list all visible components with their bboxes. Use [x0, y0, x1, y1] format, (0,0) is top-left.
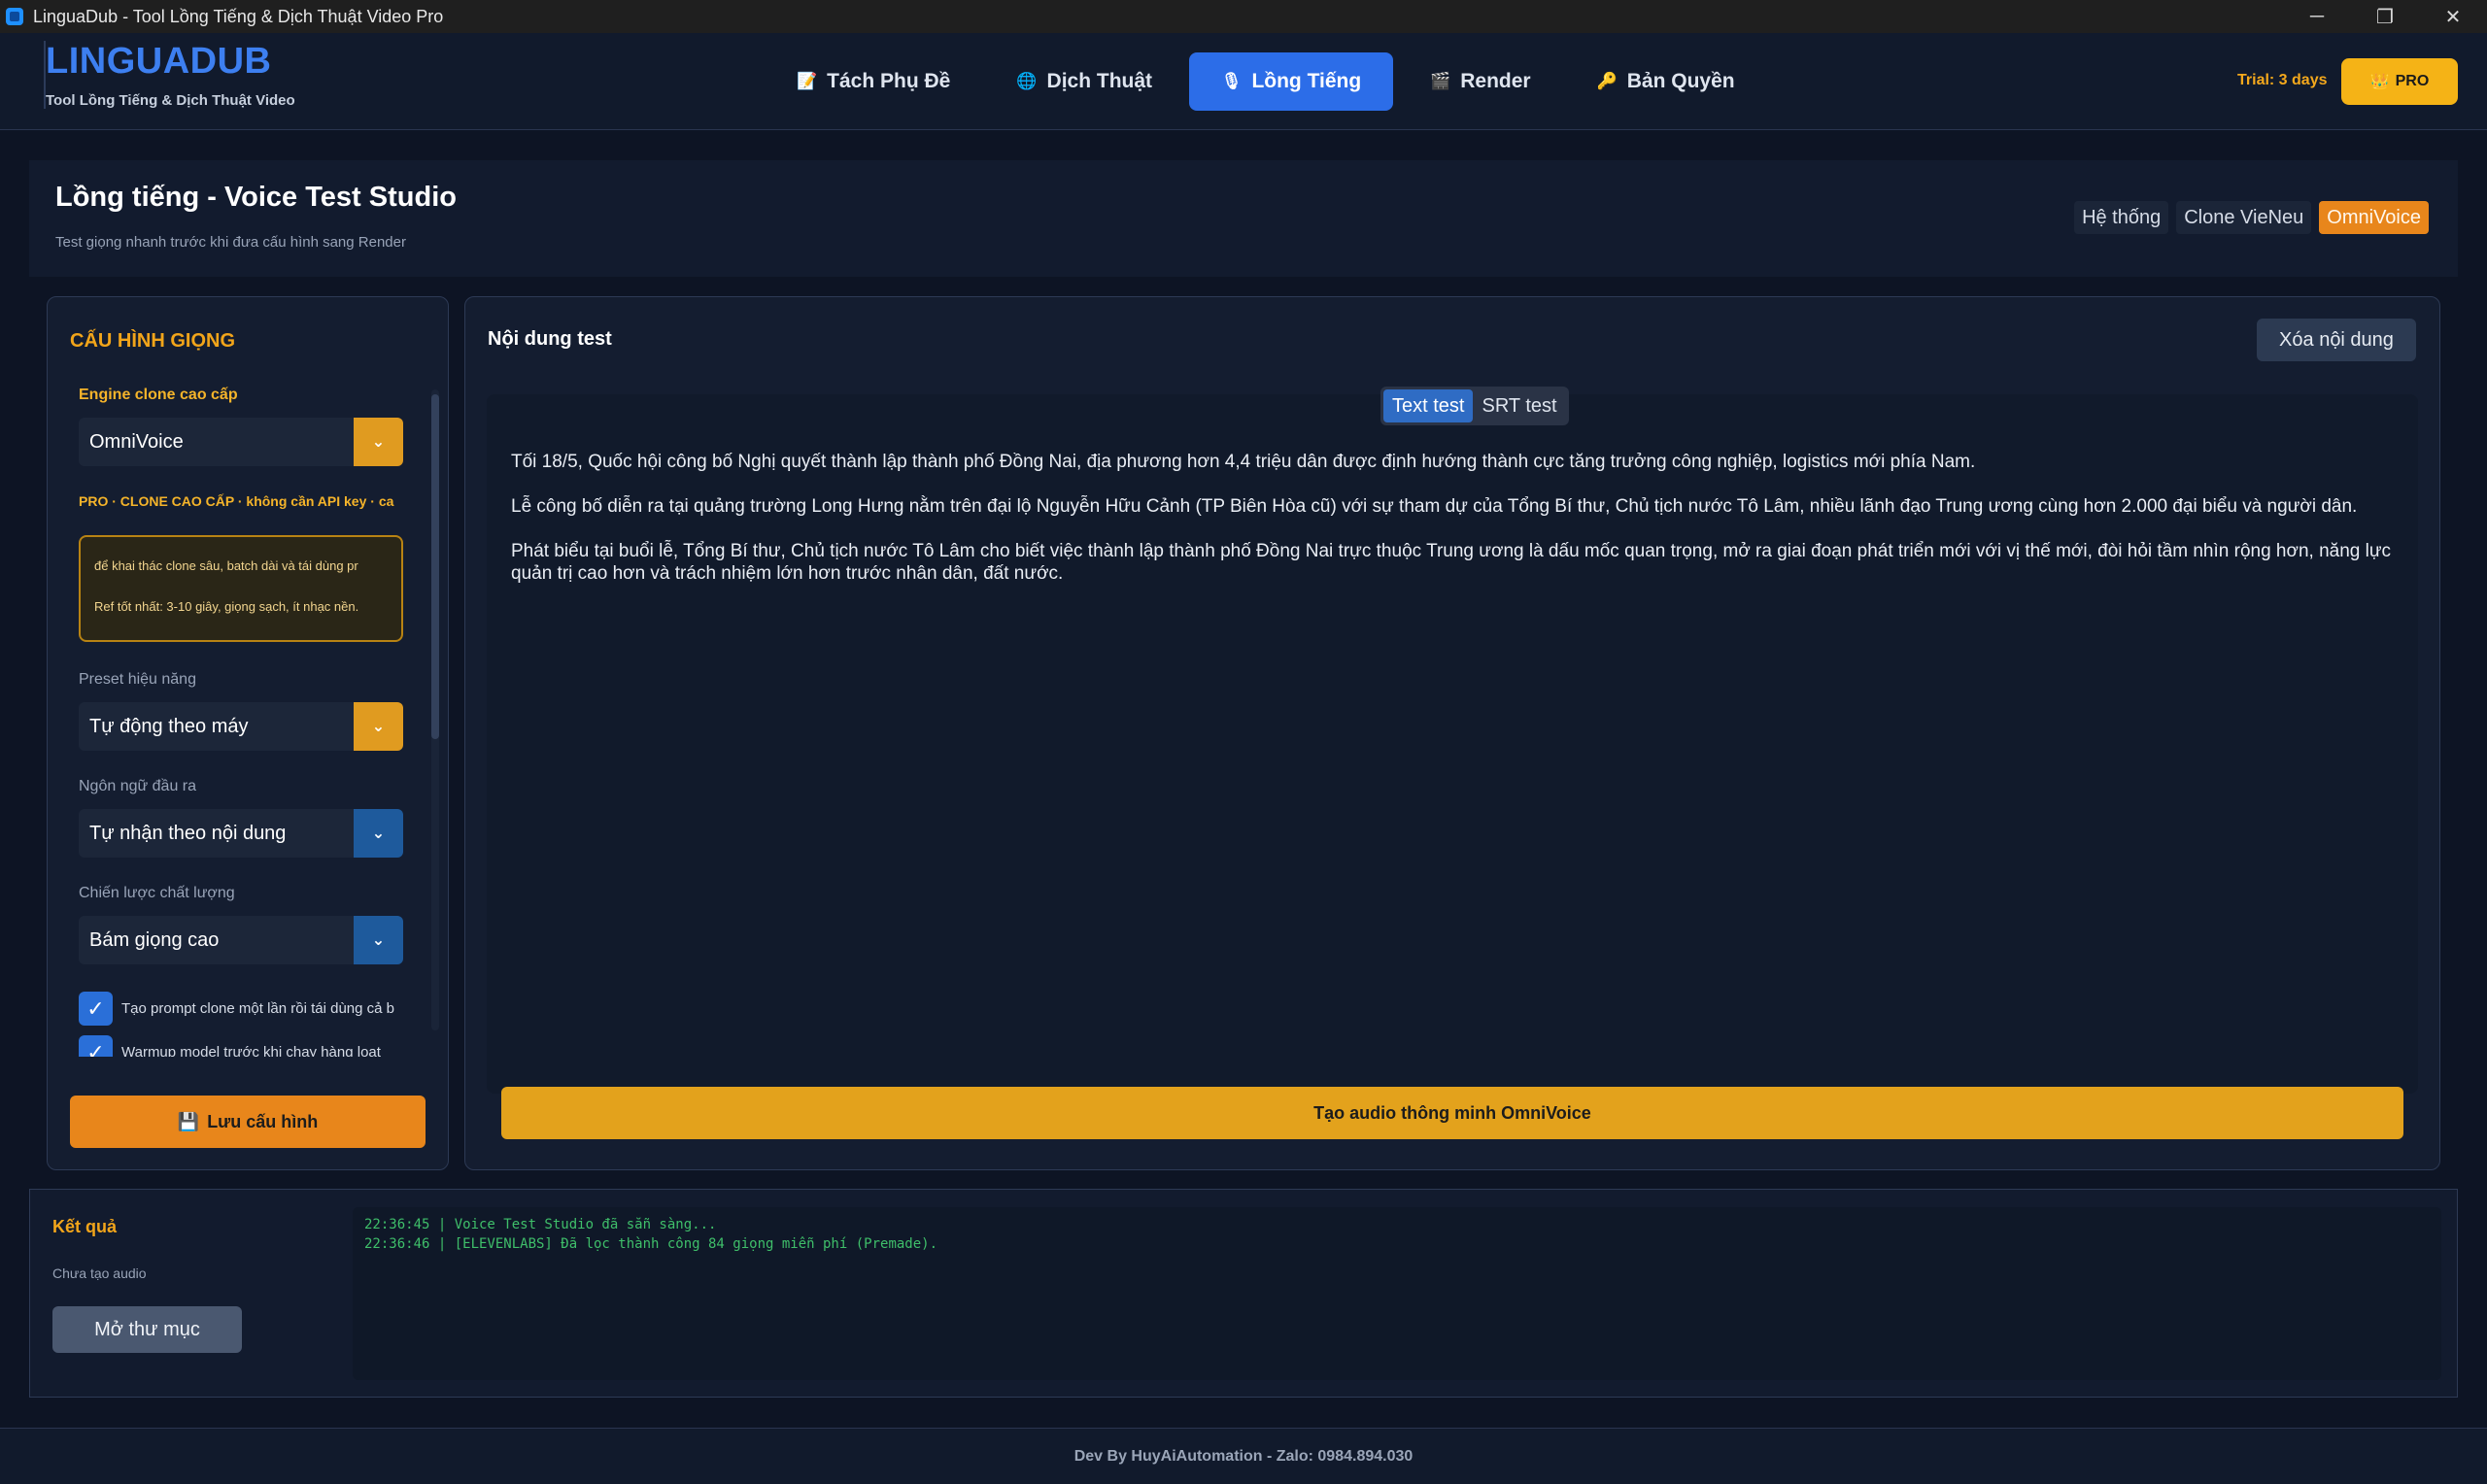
pro-button[interactable]: 👑 PRO: [2341, 58, 2458, 105]
quality-select[interactable]: Bám giọng cao ⌄: [79, 916, 403, 964]
key-icon: 🔑: [1596, 72, 1618, 90]
subtitle-icon: 📝: [797, 72, 818, 90]
window-controls: ─ ❐ ✕: [2283, 0, 2487, 33]
minimize-icon[interactable]: ─: [2283, 0, 2351, 33]
trial-badge: Trial: 3 days: [2237, 72, 2328, 88]
info-line: Ref tốt nhất: 3-10 giây, giọng sạch, ít …: [94, 599, 359, 614]
main-nav: 📝 Tách Phụ Đề 🌐 Dịch Thuật 🎙 Lồng Tiếng …: [767, 52, 1764, 111]
app-icon: [6, 8, 23, 25]
tab-srt-test[interactable]: SRT test: [1473, 389, 1565, 422]
footer-credit: Dev By HuyAiAutomation - Zalo: 0984.894.…: [0, 1428, 2487, 1484]
brand-name: LINGUADUB: [46, 41, 272, 82]
preset-select[interactable]: Tự động theo máy ⌄: [79, 702, 403, 751]
voice-config-panel: CẤU HÌNH GIỌNG Engine clone cao cấp Omni…: [47, 296, 449, 1170]
checkbox-checked-icon[interactable]: ✓: [79, 1035, 113, 1057]
nav-label: Tách Phụ Đề: [827, 70, 951, 92]
checkbox-label: Tạo prompt clone một lần rồi tái dùng cả…: [121, 1000, 394, 1017]
engine-label: Engine clone cao cấp: [79, 387, 238, 403]
tab-clone-vieneu[interactable]: Clone VieNeu: [2176, 201, 2312, 234]
engine-select[interactable]: OmniVoice ⌄: [79, 418, 403, 466]
text-paragraph: Tối 18/5, Quốc hội công bố Nghị quyết th…: [511, 452, 1976, 472]
page-title: Lồng tiếng - Voice Test Studio: [55, 182, 457, 213]
pro-note: PRO · CLONE CAO CẤP · không cần API key …: [79, 493, 394, 509]
result-title: Kết quả: [52, 1217, 118, 1236]
quality-label: Chiến lược chất lượng: [79, 885, 235, 901]
info-line: để khai thác clone sâu, batch dài và tái…: [94, 558, 358, 573]
mode-tabs: Text test SRT test: [1380, 387, 1569, 425]
nav-render[interactable]: 🎬 Render: [1401, 52, 1560, 111]
brand: LINGUADUB Tool Lồng Tiếng & Dịch Thuật V…: [44, 41, 295, 109]
brand-subtitle: Tool Lồng Tiếng & Dịch Thuật Video: [46, 92, 295, 109]
tab-he-thong[interactable]: Hệ thống: [2074, 201, 2169, 234]
info-box: để khai thác clone sâu, batch dài và tái…: [79, 535, 403, 642]
preset-label: Preset hiệu năng: [79, 671, 196, 688]
pro-label: PRO: [2395, 73, 2430, 89]
language-label: Ngôn ngữ đầu ra: [79, 778, 197, 794]
checkbox-checked-icon[interactable]: ✓: [79, 992, 113, 1026]
save-config-button[interactable]: 💾 Lưu cấu hình: [70, 1096, 426, 1148]
open-folder-button[interactable]: Mở thư mục: [52, 1306, 242, 1353]
result-status: Chưa tạo audio: [52, 1265, 147, 1281]
scrollbar-thumb[interactable]: [431, 394, 439, 739]
clear-content-button[interactable]: Xóa nội dung: [2257, 319, 2416, 361]
log-line: 22:36:46 | [ELEVENLABS] Đã lọc thành côn…: [364, 1236, 938, 1252]
tab-omnivoice[interactable]: OmniVoice: [2319, 201, 2429, 234]
config-title: CẤU HÌNH GIỌNG: [70, 330, 235, 352]
text-editor[interactable]: Text test SRT test Tối 18/5, Quốc hội cô…: [487, 387, 2418, 1094]
studio-header: Lồng tiếng - Voice Test Studio Test giọn…: [29, 160, 2458, 277]
tab-text-test[interactable]: Text test: [1383, 389, 1474, 422]
nav-tach-phu-de[interactable]: 📝 Tách Phụ Đề: [767, 52, 979, 111]
language-select[interactable]: Tự nhận theo nội dung ⌄: [79, 809, 403, 858]
checkbox-label: Warmup model trước khi chạy hàng loạt: [121, 1044, 381, 1057]
content-title: Nội dung test: [488, 328, 612, 350]
nav-ban-quyen[interactable]: 🔑 Bản Quyền: [1568, 52, 1764, 111]
engine-tabs: Hệ thống Clone VieNeu OmniVoice: [2074, 201, 2429, 234]
chevron-down-icon[interactable]: ⌄: [354, 916, 403, 964]
language-value: Tự nhận theo nội dung: [89, 822, 287, 844]
chevron-down-icon[interactable]: ⌄: [354, 702, 403, 751]
nav-label: Render: [1460, 70, 1531, 92]
microphone-icon: 🎙: [1220, 72, 1243, 90]
nav-label: Dịch Thuật: [1046, 70, 1153, 92]
result-panel: Kết quả Chưa tạo audio Mở thư mục 22:36:…: [29, 1189, 2458, 1398]
save-icon: 💾: [177, 1111, 200, 1131]
checkbox-row[interactable]: ✓ Tạo prompt clone một lần rồi tái dùng …: [79, 992, 409, 1026]
window-titlebar: LinguaDub - Tool Lồng Tiếng & Dịch Thuật…: [0, 0, 2487, 33]
nav-long-tieng[interactable]: 🎙 Lồng Tiếng: [1189, 52, 1394, 111]
restore-icon[interactable]: ❐: [2351, 0, 2419, 33]
text-paragraph: Phát biểu tại buổi lễ, Tổng Bí thư, Chủ …: [511, 541, 2392, 584]
close-icon[interactable]: ✕: [2419, 0, 2487, 33]
checkbox-row[interactable]: ✓ Warmup model trước khi chạy hàng loạt: [79, 1035, 409, 1057]
test-text-area[interactable]: Tối 18/5, Quốc hội công bố Nghị quyết th…: [511, 451, 2396, 585]
preset-value: Tự động theo máy: [89, 715, 249, 737]
quality-value: Bám giọng cao: [89, 928, 220, 951]
config-scroll-area: Engine clone cao cấp OmniVoice ⌄ PRO · C…: [79, 387, 419, 1057]
crown-icon: 👑: [2369, 74, 2390, 90]
chevron-down-icon[interactable]: ⌄: [354, 418, 403, 466]
engine-value: OmniVoice: [89, 430, 184, 453]
nav-label: Lồng Tiếng: [1251, 70, 1362, 92]
nav-label: Bản Quyền: [1626, 70, 1735, 92]
text-paragraph: Lễ công bố diễn ra tại quảng trường Long…: [511, 496, 2358, 517]
chevron-down-icon[interactable]: ⌄: [354, 809, 403, 858]
clapperboard-icon: 🎬: [1430, 72, 1451, 90]
app-header: LINGUADUB Tool Lồng Tiếng & Dịch Thuật V…: [0, 33, 2487, 130]
config-scrollbar[interactable]: [431, 389, 439, 1030]
generate-audio-button[interactable]: Tạo audio thông minh OmniVoice: [501, 1087, 2403, 1139]
test-content-panel: Nội dung test Xóa nội dung Text test SRT…: [464, 296, 2440, 1170]
nav-dich-thuat[interactable]: 🌐 Dịch Thuật: [987, 52, 1181, 111]
log-line: 22:36:45 | Voice Test Studio đã sẵn sàng…: [364, 1217, 717, 1232]
globe-icon: 🌐: [1016, 72, 1038, 90]
page-subtitle: Test giọng nhanh trước khi đưa cấu hình …: [55, 234, 406, 251]
save-label: Lưu cấu hình: [207, 1111, 319, 1131]
log-console[interactable]: 22:36:45 | Voice Test Studio đã sẵn sàng…: [353, 1207, 2441, 1380]
window-title: LinguaDub - Tool Lồng Tiếng & Dịch Thuật…: [33, 6, 444, 26]
